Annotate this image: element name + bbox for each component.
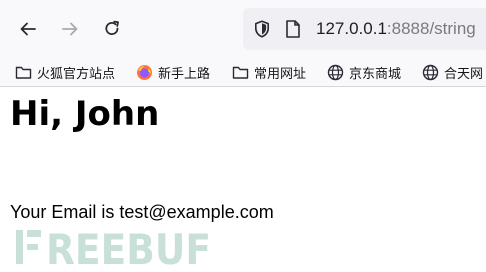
url-path: :8888/string [386,19,476,38]
page-content: Hi, John Your Email is test@example.com [10,94,486,222]
reload-button[interactable] [97,14,127,44]
globe-icon [422,64,439,80]
browser-toolbar: 127.0.0.1:8888/string [0,0,486,58]
forward-button[interactable] [55,14,85,44]
bookmark-label: 常用网址 [254,66,307,82]
svg-text:REEBUF: REEBUF [46,226,211,270]
url-text[interactable]: 127.0.0.1:8888/string [316,19,476,39]
bookmarks-toolbar: 火狐官方站点 新手上路 常用网址 京东商城 合天网 [0,58,486,87]
bookmark-label: 火狐官方站点 [37,66,116,82]
url-host: 127.0.0.1 [316,19,387,38]
back-button[interactable] [13,14,43,44]
reload-icon [105,20,119,35]
address-bar[interactable]: 127.0.0.1:8888/string [243,8,486,50]
bookmark-label: 新手上路 [158,66,211,82]
freebuf-watermark-logo: REEBUF [16,226,211,270]
shield-icon[interactable] [252,19,272,39]
email-text: Your Email is test@example.com [10,202,274,222]
bookmark-item[interactable]: 常用网址 [232,61,306,83]
bookmark-item[interactable]: 新手上路 [136,61,210,83]
page-icon[interactable] [284,19,302,39]
bookmark-item[interactable]: 京东商城 [327,61,401,83]
folder-icon [15,66,32,79]
folder-icon [232,66,249,79]
bookmark-label: 合天网 [444,66,484,82]
arrow-left-icon [20,22,36,36]
globe-icon [327,64,344,80]
bookmark-item[interactable]: 合天网 [422,61,483,83]
greeting-heading: Hi, John [10,94,160,134]
bookmark-label: 京东商城 [349,66,402,82]
arrow-right-icon [62,22,78,36]
firefox-icon [137,64,152,80]
bookmark-item[interactable]: 火狐官方站点 [15,61,115,83]
